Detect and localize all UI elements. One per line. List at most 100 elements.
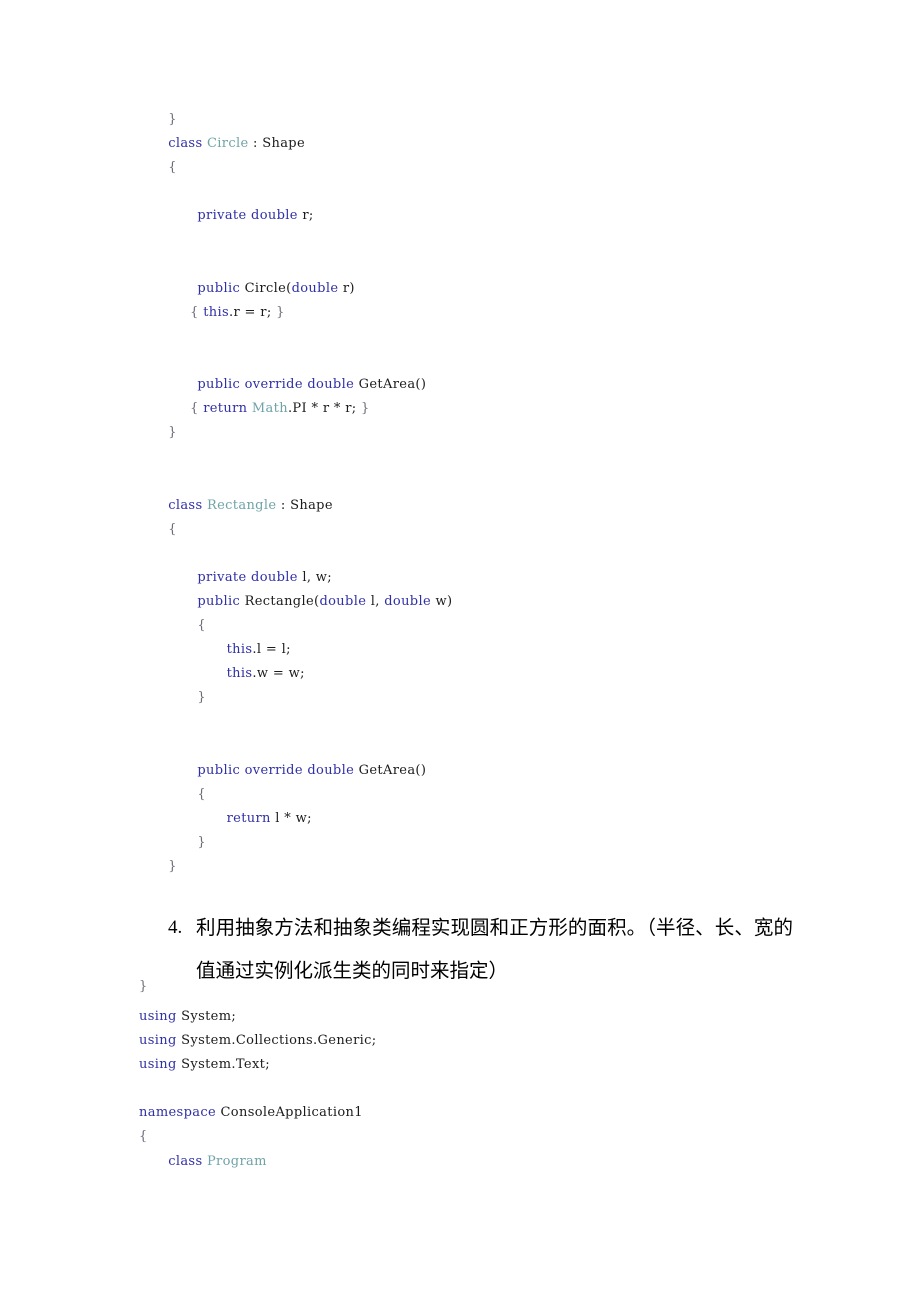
code-line: } bbox=[0, 831, 920, 855]
code-token: } bbox=[197, 834, 207, 850]
code-line: public override double GetArea() bbox=[0, 759, 920, 783]
code-token: { bbox=[168, 521, 177, 537]
code-token: { bbox=[197, 786, 207, 802]
code-line: public Rectangle(double l, double w) bbox=[0, 590, 920, 614]
code-token: double bbox=[291, 280, 343, 296]
code-line: this.w = w; bbox=[0, 662, 920, 686]
code-token: { bbox=[190, 401, 204, 417]
heading-number: 4. bbox=[168, 917, 183, 938]
code-token: r) bbox=[342, 280, 355, 296]
code-line: private double l, w; bbox=[0, 566, 920, 590]
code-line: } bbox=[0, 855, 920, 879]
code-line: { bbox=[0, 1125, 920, 1149]
code-token: .r = r; bbox=[229, 304, 277, 320]
code-token: } bbox=[276, 304, 285, 320]
code-token: .l = l; bbox=[252, 642, 291, 658]
code-line: public Circle(double r) bbox=[0, 277, 920, 301]
code-line: this.l = l; bbox=[0, 638, 920, 662]
code-token: using bbox=[139, 1009, 182, 1024]
code-line: using System.Text; bbox=[0, 1053, 920, 1077]
code-token: GetArea() bbox=[358, 762, 427, 778]
code-line: public override double GetArea() bbox=[0, 373, 920, 397]
code-line: using System; bbox=[0, 1005, 920, 1029]
code-token: namespace bbox=[139, 1105, 221, 1121]
code-token: public bbox=[197, 762, 245, 778]
code-line: { return Math.PI * r * r; } bbox=[0, 397, 920, 421]
code-token: .PI * r * r; bbox=[287, 401, 361, 417]
code-token: Circle bbox=[206, 136, 249, 152]
code-token: this bbox=[203, 304, 230, 320]
code-token: public bbox=[197, 280, 245, 296]
exercise-heading: 4. 利用抽象方法和抽象类编程实现圆和正方形的面积。（半径、长、宽的值通过实例化… bbox=[168, 906, 793, 992]
code-token: double bbox=[251, 208, 303, 224]
code-token: Rectangle bbox=[206, 497, 277, 513]
code-line: { bbox=[0, 614, 920, 638]
code-token: class bbox=[168, 1153, 207, 1169]
code-token: override bbox=[244, 762, 308, 778]
code-token: public bbox=[197, 593, 245, 609]
code-token: override bbox=[244, 377, 308, 393]
code-line: using System.Collections.Generic; bbox=[0, 1029, 920, 1053]
code-block-shapes: } class Circle : Shape { private double r;… bbox=[0, 108, 920, 999]
code-line: private double r; bbox=[0, 204, 920, 228]
code-token: double bbox=[307, 377, 359, 393]
code-token: this bbox=[226, 666, 253, 682]
code-token: System.Collections.Generic; bbox=[181, 1033, 377, 1049]
code-token: : Shape bbox=[276, 497, 333, 513]
code-token: { bbox=[197, 617, 207, 633]
code-token: { bbox=[139, 1129, 148, 1145]
code-line: { bbox=[0, 518, 920, 542]
code-token: public bbox=[197, 377, 245, 393]
code-token: l * w; bbox=[275, 810, 312, 826]
code-token: System.Text; bbox=[181, 1057, 270, 1073]
code-token: double bbox=[251, 569, 303, 585]
code-token: return bbox=[203, 401, 252, 417]
code-line: return l * w; bbox=[0, 807, 920, 831]
code-token: } bbox=[197, 690, 207, 706]
code-token: Circle( bbox=[244, 280, 292, 296]
code-token: } bbox=[139, 979, 148, 995]
code-line: namespace ConsoleApplication1 bbox=[0, 1101, 920, 1125]
code-token: double bbox=[307, 762, 359, 778]
code-token: .w = w; bbox=[252, 666, 305, 682]
code-line: class Rectangle : Shape bbox=[0, 494, 920, 518]
code-token: ConsoleApplication1 bbox=[220, 1105, 363, 1121]
code-token: Program bbox=[206, 1153, 267, 1169]
heading-text: 利用抽象方法和抽象类编程实现圆和正方形的面积。（半径、长、宽的值通过实例化派生类… bbox=[196, 916, 793, 982]
code-block-console-application: using System; using System.Collections.Ge… bbox=[0, 1005, 920, 1174]
code-token: using bbox=[139, 1057, 182, 1073]
code-token: : Shape bbox=[248, 136, 306, 152]
code-token: return bbox=[226, 810, 276, 826]
code-line: } bbox=[0, 686, 920, 710]
code-token: { bbox=[190, 304, 204, 320]
code-token: class bbox=[168, 136, 207, 152]
document-page: } class Circle : Shape { private double r;… bbox=[0, 0, 920, 1302]
code-token: w) bbox=[435, 593, 453, 609]
code-token: GetArea() bbox=[358, 377, 427, 393]
code-token: double bbox=[384, 593, 436, 609]
code-token: this bbox=[226, 642, 253, 658]
code-token: double bbox=[319, 593, 371, 609]
code-line: { bbox=[0, 156, 920, 180]
code-line: class Circle : Shape bbox=[0, 132, 920, 156]
code-token: using bbox=[139, 1033, 182, 1049]
code-token: l, bbox=[370, 593, 385, 609]
code-token: } bbox=[168, 112, 177, 127]
code-token: } bbox=[168, 858, 177, 874]
code-token: l, w; bbox=[302, 569, 332, 585]
code-line: { this.r = r; } bbox=[0, 301, 920, 325]
code-token: System; bbox=[181, 1009, 237, 1024]
code-token: r; bbox=[302, 208, 314, 224]
